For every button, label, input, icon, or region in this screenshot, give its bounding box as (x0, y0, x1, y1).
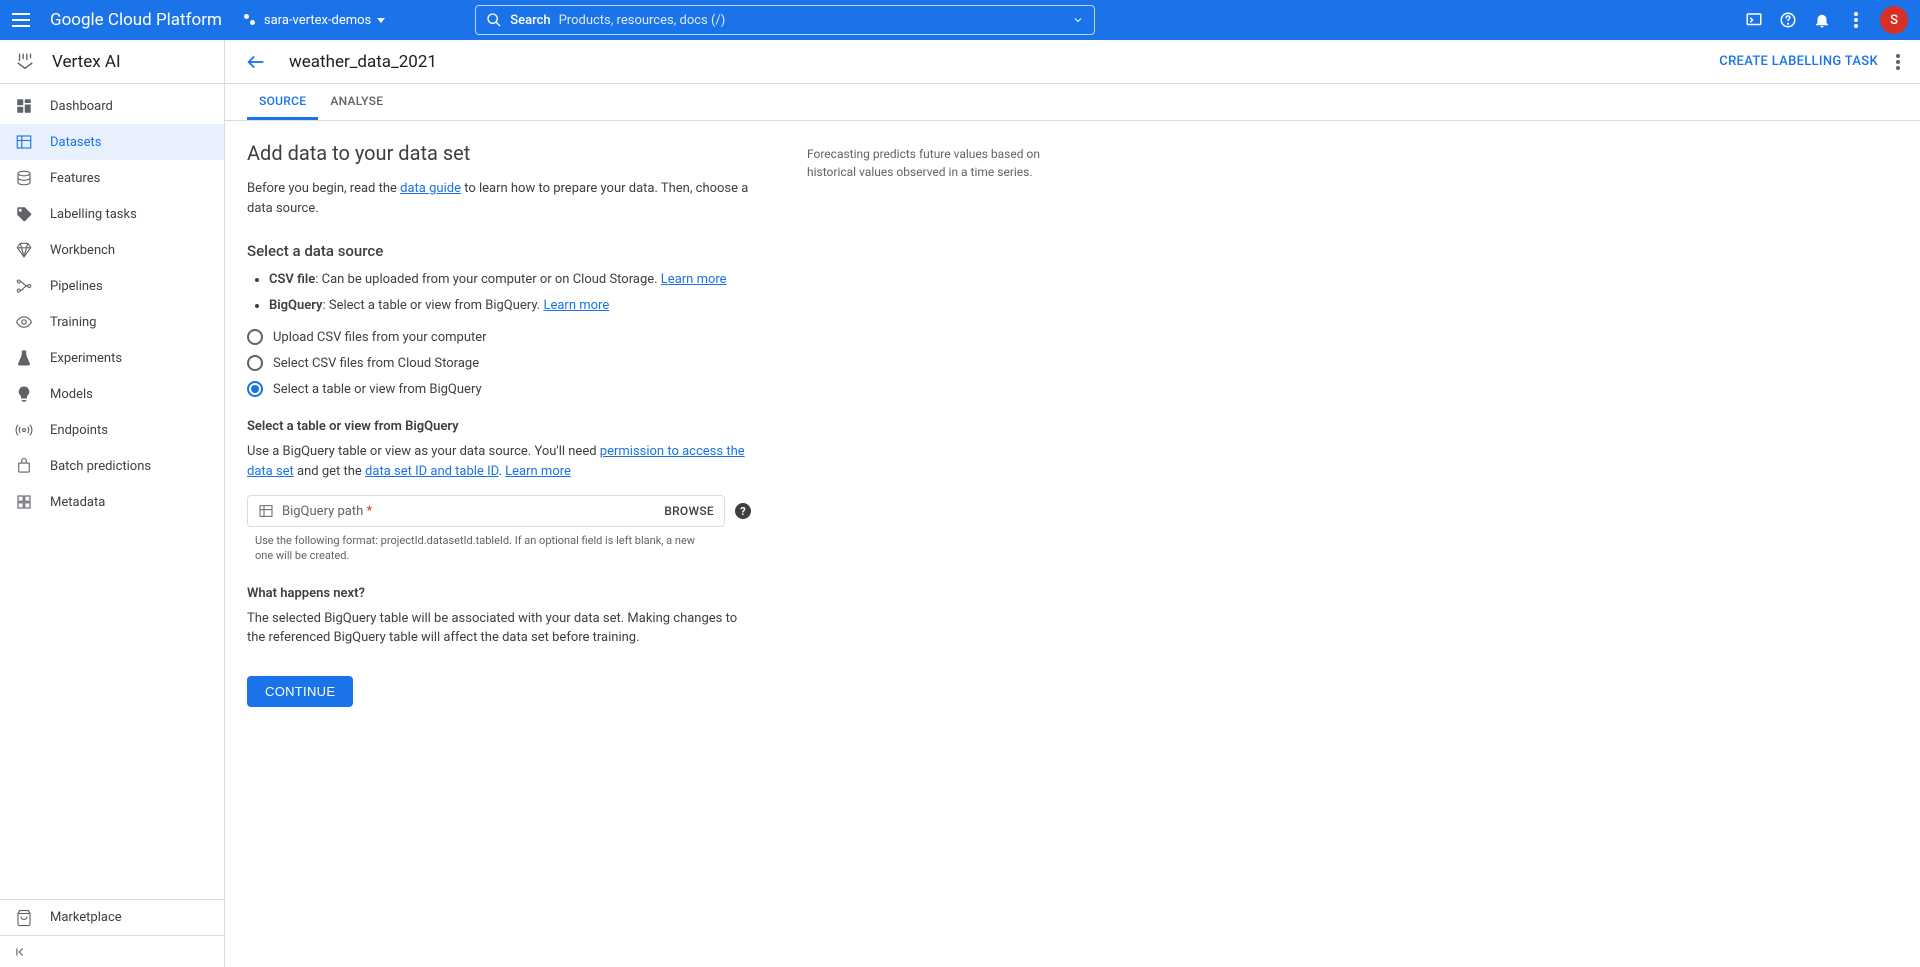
browse-button[interactable]: BROWSE (664, 504, 714, 518)
source-bullet: BigQuery: Select a table or view from Bi… (269, 296, 757, 316)
tab-source[interactable]: SOURCE (247, 84, 318, 120)
back-arrow-icon[interactable] (245, 51, 267, 73)
sidebar-item-label: Batch predictions (50, 459, 151, 474)
sidebar-item-label: Metadata (50, 495, 105, 510)
radio-option[interactable]: Select a table or view from BigQuery (247, 381, 757, 397)
batch-predictions-icon (14, 456, 34, 476)
page-title: weather_data_2021 (289, 52, 437, 72)
select-source-heading: Select a data source (247, 242, 757, 260)
sidebar-collapse[interactable] (0, 935, 224, 967)
product-header[interactable]: Vertex AI (0, 40, 224, 84)
header-bar: Google Cloud Platform sara-vertex-demos … (0, 0, 1920, 40)
utilities-icon[interactable] (1846, 10, 1866, 30)
sidebar-item-label: Dashboard (50, 99, 113, 114)
learn-more-bq-link[interactable]: Learn more (505, 464, 571, 479)
notifications-icon[interactable] (1812, 10, 1832, 30)
experiments-icon (14, 348, 34, 368)
pipelines-icon (14, 276, 34, 296)
intro-text: Before you begin, read the data guide to… (247, 179, 757, 218)
source-bullet: CSV file: Can be uploaded from your comp… (269, 270, 757, 290)
sidebar-item-label: Models (50, 387, 93, 402)
search-icon (486, 12, 502, 28)
field-help-icon[interactable]: ? (735, 503, 751, 519)
sidebar-item-experiments[interactable]: Experiments (0, 340, 224, 376)
platform-logo[interactable]: Google Cloud Platform (50, 10, 222, 30)
avatar[interactable]: S (1880, 6, 1908, 34)
sidebar-item-label: Features (50, 171, 100, 186)
product-name: Vertex AI (52, 52, 121, 72)
sidebar-item-label: Workbench (50, 243, 115, 258)
tab-analyse[interactable]: ANALYSE (318, 84, 395, 120)
vertex-ai-icon (14, 50, 38, 74)
sidebar: Vertex AI Dashboard Datasets Features Label… (0, 40, 225, 967)
models-icon (14, 384, 34, 404)
radio-icon (247, 329, 263, 345)
hamburger-menu[interactable] (12, 8, 36, 32)
radio-label: Select a table or view from BigQuery (273, 382, 482, 397)
sidebar-item-models[interactable]: Models (0, 376, 224, 412)
search-placeholder: Products, resources, docs (/) (559, 13, 1063, 28)
sidebar-item-features[interactable]: Features (0, 160, 224, 196)
sidebar-item-marketplace[interactable]: Marketplace (0, 899, 224, 935)
project-icon (242, 12, 258, 28)
bigquery-path-input[interactable]: BigQuery path * BROWSE (247, 495, 725, 527)
sidebar-item-label: Pipelines (50, 279, 103, 294)
sidebar-item-label: Training (50, 315, 96, 330)
bigquery-heading: Select a table or view from BigQuery (247, 419, 757, 434)
sidebar-item-label: Experiments (50, 351, 122, 366)
next-desc: The selected BigQuery table will be asso… (247, 609, 757, 648)
section-heading: Add data to your data set (247, 141, 757, 165)
datasets-icon (14, 132, 34, 152)
side-note: Forecasting predicts future values based… (807, 145, 1067, 181)
field-label: BigQuery path * (282, 504, 372, 519)
sidebar-item-label: Datasets (50, 135, 102, 150)
sidebar-item-datasets[interactable]: Datasets (0, 124, 224, 160)
more-options-icon[interactable] (1896, 54, 1900, 70)
search-bar[interactable]: Search Products, resources, docs (/) (475, 5, 1095, 35)
endpoints-icon (14, 420, 34, 440)
radio-icon (247, 381, 263, 397)
cloud-shell-icon[interactable] (1744, 10, 1764, 30)
sidebar-item-label: Labelling tasks (50, 207, 137, 222)
search-label: Search (510, 13, 550, 28)
create-labelling-task-link[interactable]: CREATE LABELLING TASK (1719, 54, 1878, 69)
help-icon[interactable] (1778, 10, 1798, 30)
table-icon (258, 503, 274, 519)
sidebar-item-pipelines[interactable]: Pipelines (0, 268, 224, 304)
project-name: sara-vertex-demos (264, 13, 371, 28)
dropdown-arrow-icon (377, 18, 385, 23)
labelling-tasks-icon (14, 204, 34, 224)
dashboard-icon (14, 96, 34, 116)
sidebar-item-metadata[interactable]: Metadata (0, 484, 224, 520)
bigquery-desc: Use a BigQuery table or view as your dat… (247, 442, 757, 481)
radio-option[interactable]: Upload CSV files from your computer (247, 329, 757, 345)
sidebar-item-label: Endpoints (50, 423, 108, 438)
workbench-icon (14, 240, 34, 260)
sidebar-item-training[interactable]: Training (0, 304, 224, 340)
continue-button[interactable]: CONTINUE (247, 676, 353, 707)
sidebar-item-dashboard[interactable]: Dashboard (0, 88, 224, 124)
chevron-down-icon (1072, 14, 1084, 26)
learn-more-link[interactable]: Learn more (661, 272, 727, 287)
sidebar-item-labelling-tasks[interactable]: Labelling tasks (0, 196, 224, 232)
marketplace-icon (14, 908, 34, 928)
radio-label: Select CSV files from Cloud Storage (273, 356, 479, 371)
field-hint: Use the following format: projectId.data… (247, 533, 707, 564)
next-heading: What happens next? (247, 586, 757, 601)
metadata-icon (14, 492, 34, 512)
sidebar-item-batch-predictions[interactable]: Batch predictions (0, 448, 224, 484)
features-icon (14, 168, 34, 188)
page-header: weather_data_2021 CREATE LABELLING TASK (225, 40, 1920, 84)
ids-link[interactable]: data set ID and table ID (365, 464, 498, 479)
learn-more-link[interactable]: Learn more (543, 298, 609, 313)
radio-label: Upload CSV files from your computer (273, 330, 487, 345)
radio-icon (247, 355, 263, 371)
sidebar-item-label: Marketplace (50, 910, 122, 925)
sidebar-item-workbench[interactable]: Workbench (0, 232, 224, 268)
radio-option[interactable]: Select CSV files from Cloud Storage (247, 355, 757, 371)
training-icon (14, 312, 34, 332)
sidebar-item-endpoints[interactable]: Endpoints (0, 412, 224, 448)
project-selector[interactable]: sara-vertex-demos (242, 12, 385, 28)
data-guide-link[interactable]: data guide (400, 181, 461, 196)
